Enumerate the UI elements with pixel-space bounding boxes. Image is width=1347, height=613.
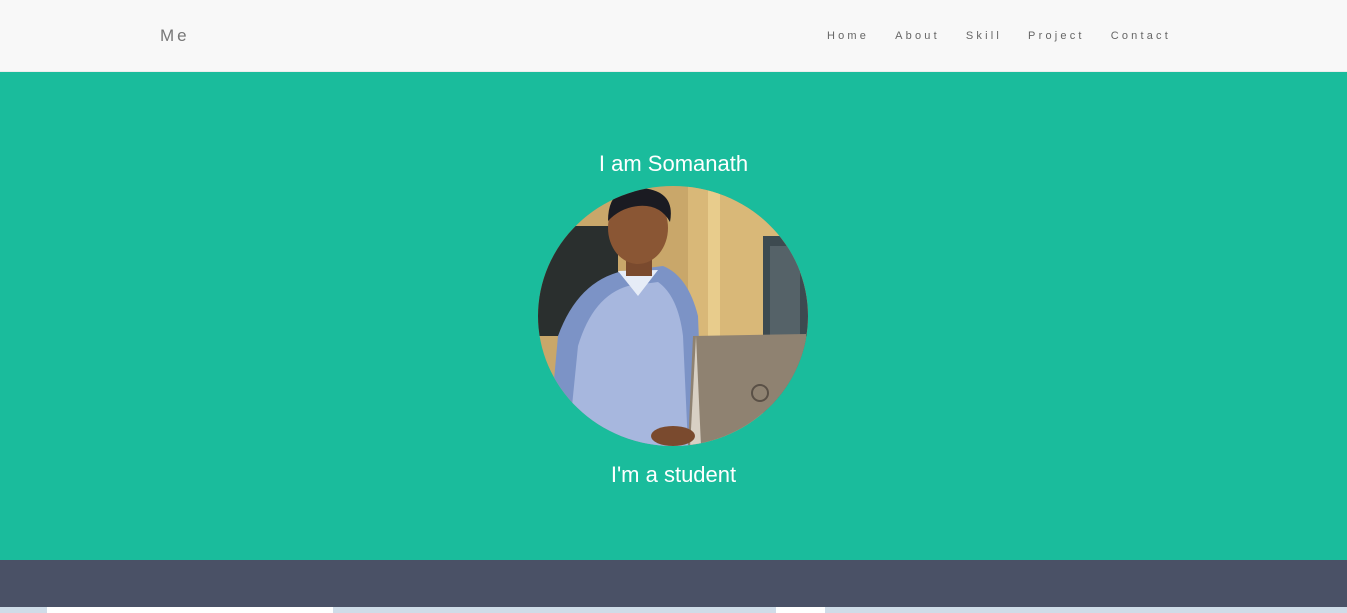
strip-panel-left	[47, 607, 333, 613]
nav-links: Home About Skill Project Contact	[801, 30, 1171, 42]
dark-section	[0, 560, 1347, 607]
nav-link-skill[interactable]: Skill	[966, 30, 1002, 42]
profile-avatar	[538, 186, 808, 446]
hero-subtitle: I'm a student	[610, 462, 737, 487]
nav-link-home[interactable]: Home	[827, 30, 869, 42]
brand-logo[interactable]: Me	[160, 26, 190, 46]
navbar: Me Home About Skill Project Contact	[0, 0, 1347, 72]
hero-section: I am Somanath I'm a student	[0, 72, 1347, 560]
nav-link-about[interactable]: About	[895, 30, 940, 42]
nav-link-project[interactable]: Project	[1028, 30, 1085, 42]
profile-photo-icon	[538, 186, 808, 446]
hero-title: I am Somanath	[598, 151, 749, 176]
nav-link-contact[interactable]: Contact	[1111, 30, 1171, 42]
strip-panel-right	[776, 607, 825, 613]
